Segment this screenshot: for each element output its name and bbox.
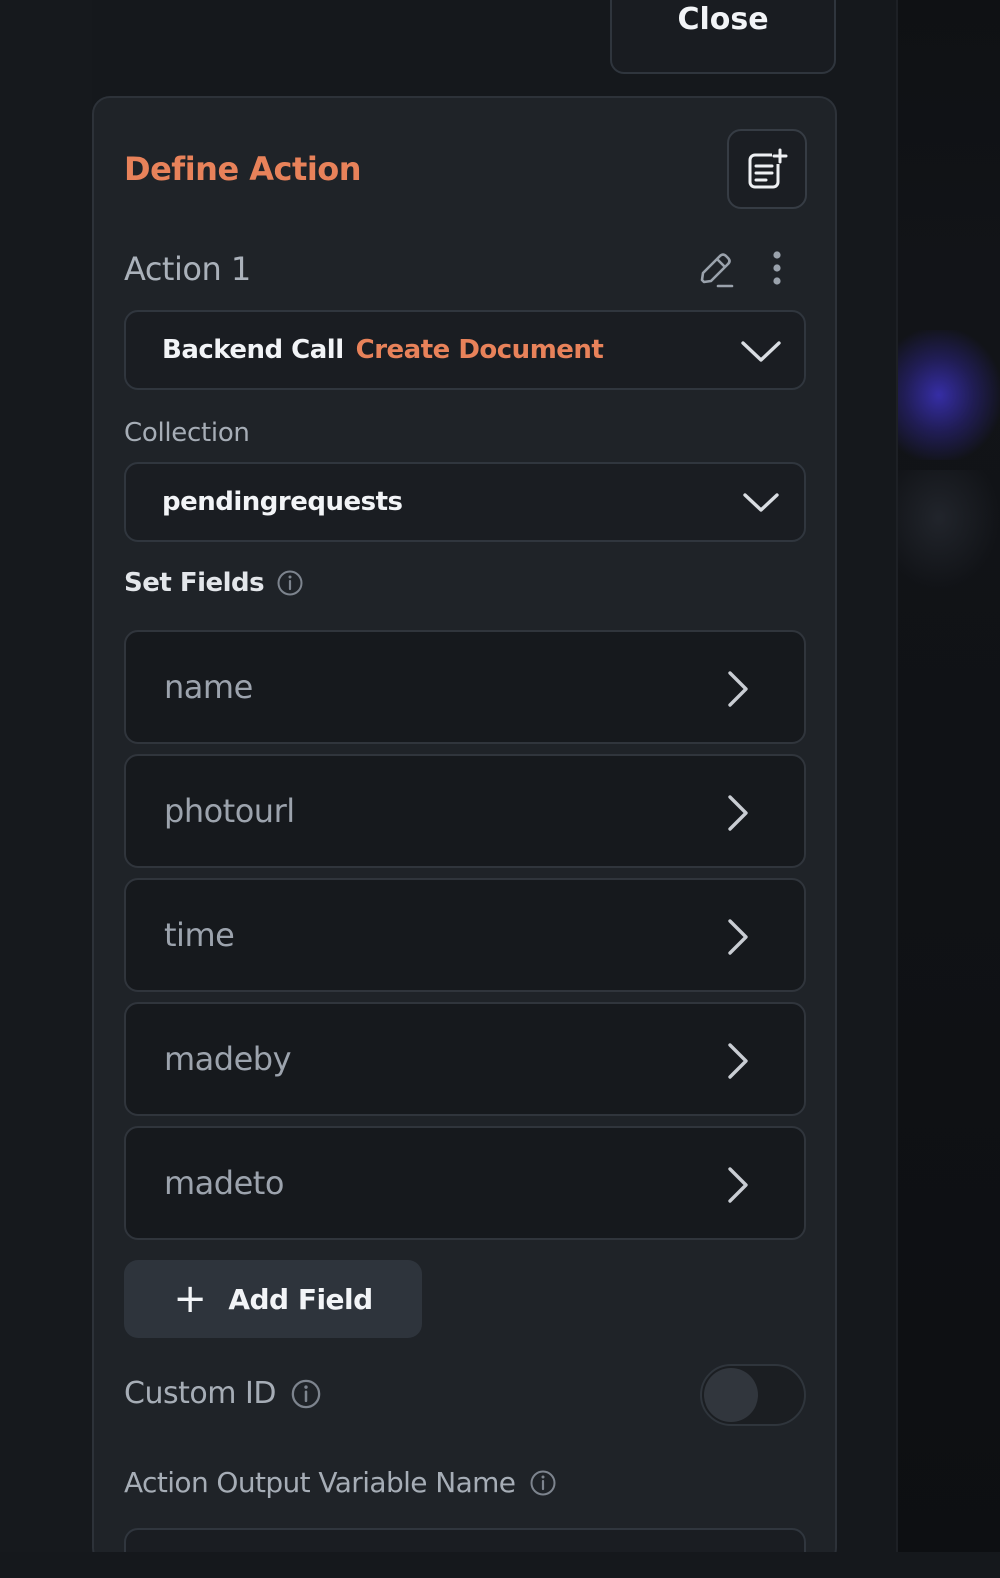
add-field-label: Add Field (228, 1282, 373, 1316)
background-left (0, 0, 92, 1578)
chevron-right-icon (728, 1043, 748, 1079)
collection-label: Collection (124, 418, 250, 448)
background-right-pane (898, 0, 1000, 1578)
info-icon[interactable] (276, 569, 304, 597)
custom-id-toggle[interactable] (700, 1364, 806, 1426)
toggle-knob (704, 1368, 758, 1422)
selection-highlight-glow (898, 330, 1000, 460)
collection-dropdown[interactable]: pendingrequests (124, 462, 806, 542)
info-icon[interactable] (290, 1378, 322, 1410)
note-add-button[interactable] (727, 129, 807, 209)
field-name: madeto (164, 1164, 284, 1202)
action-operation: Create Document (355, 335, 604, 365)
pencil-icon[interactable] (694, 248, 736, 290)
field-row-name[interactable]: name (124, 630, 806, 744)
action-category: Backend Call (162, 335, 344, 365)
chevron-right-icon (728, 1167, 748, 1203)
chevron-down-icon (741, 341, 781, 362)
bottom-edge (0, 1552, 1000, 1578)
more-vertical-icon[interactable] (767, 248, 787, 290)
panel-title: Define Action (124, 150, 362, 188)
custom-id-label: Custom ID (124, 1376, 276, 1411)
field-name: name (164, 668, 253, 706)
page: Close Define Action Action 1 Backend Cal… (0, 0, 1000, 1578)
add-field-button[interactable]: + Add Field (124, 1260, 422, 1338)
set-fields-header: Set Fields (124, 568, 304, 598)
close-button[interactable]: Close (610, 0, 836, 74)
pane-divider[interactable] (896, 0, 898, 1578)
field-name: madeby (164, 1040, 292, 1078)
field-row-photourl[interactable]: photourl (124, 754, 806, 868)
background-blur (898, 470, 1000, 590)
collection-value: pendingrequests (162, 487, 403, 517)
chevron-right-icon (728, 919, 748, 955)
field-row-madeto[interactable]: madeto (124, 1126, 806, 1240)
field-name: time (164, 916, 235, 954)
custom-id-header: Custom ID (124, 1376, 322, 1411)
output-variable-label: Action Output Variable Name (124, 1466, 516, 1499)
field-row-madeby[interactable]: madeby (124, 1002, 806, 1116)
set-fields-label: Set Fields (124, 568, 265, 598)
info-icon[interactable] (529, 1469, 557, 1497)
output-variable-header: Action Output Variable Name (124, 1466, 557, 1499)
action-type-dropdown[interactable]: Backend Call Create Document (124, 310, 806, 390)
chevron-right-icon (728, 671, 748, 707)
note-add-icon (748, 148, 788, 189)
chevron-down-icon (743, 493, 779, 512)
field-row-time[interactable]: time (124, 878, 806, 992)
field-name: photourl (164, 792, 295, 830)
action-label: Action 1 (124, 250, 251, 288)
define-action-panel: Define Action Action 1 Backend Call Crea… (92, 96, 837, 1566)
plus-icon: + (173, 1276, 207, 1322)
chevron-right-icon (728, 795, 748, 831)
